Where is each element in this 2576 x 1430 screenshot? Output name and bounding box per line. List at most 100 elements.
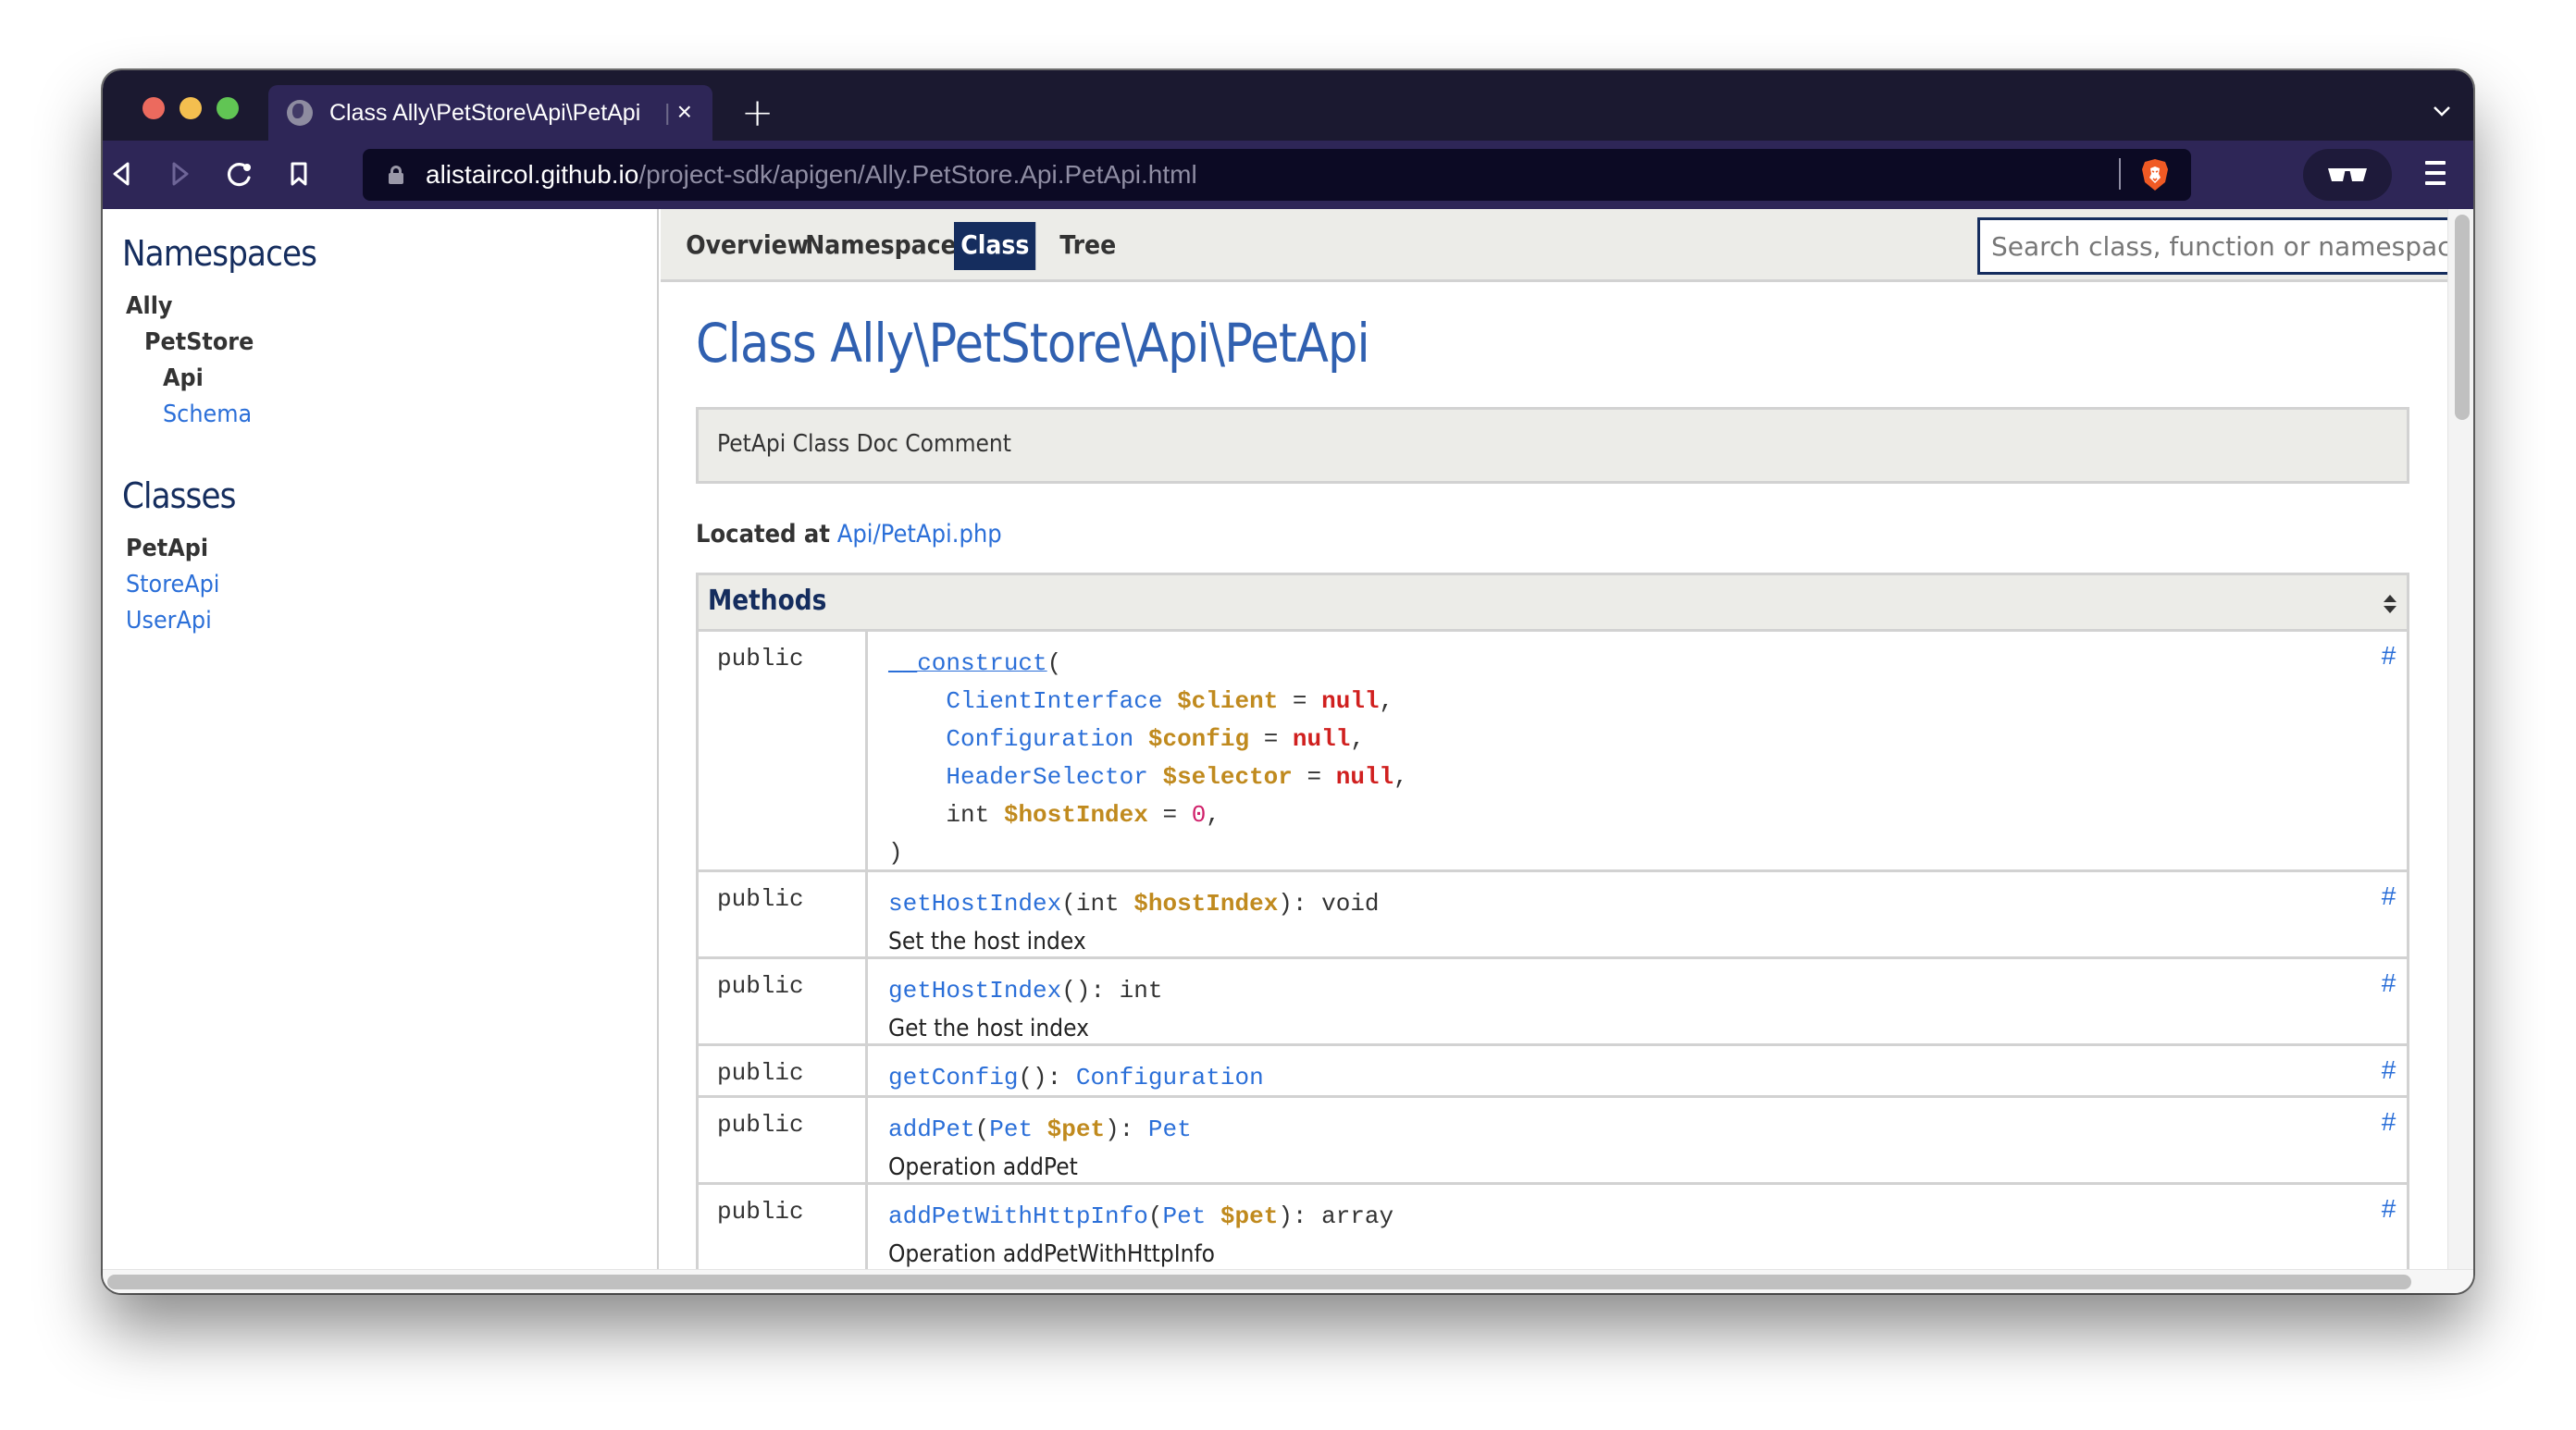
return-type: int [1119, 977, 1163, 1005]
param-var: $pet [1046, 1116, 1106, 1143]
method-signature: addPetWithHttpInfo(Pet $pet): array Oper… [868, 1185, 2407, 1269]
method-modifier: public [699, 872, 868, 956]
method-signature: setHostIndex(int $hostIndex): void Set t… [868, 872, 2407, 956]
signature-close: ) [888, 839, 903, 867]
vertical-scrollbar-thumb[interactable] [2455, 215, 2470, 420]
classes-heading: Classes [122, 475, 236, 516]
param-var: $config [1147, 725, 1250, 753]
method-anchor-link[interactable]: # [2381, 641, 2396, 671]
method-name-link[interactable]: addPet [888, 1116, 975, 1143]
close-window-button[interactable] [142, 97, 165, 119]
param-default: null [1292, 725, 1351, 753]
param-type: int [1075, 890, 1120, 918]
method-anchor-link[interactable]: # [2381, 1194, 2396, 1224]
method-description: Set the host index [888, 928, 1086, 955]
method-row-addpetwithhttpinfo: public addPetWithHttpInfo(Pet $pet): arr… [699, 1185, 2407, 1269]
param-var: $pet [1220, 1202, 1279, 1230]
tab-list-chevron-icon[interactable] [2433, 91, 2451, 128]
tab-separator: | [664, 99, 671, 126]
search-input[interactable] [1977, 217, 2447, 275]
horizontal-scrollbar-thumb[interactable] [107, 1275, 2411, 1289]
method-name-link[interactable]: getHostIndex [888, 977, 1061, 1005]
source-file-link[interactable]: Api/PetApi.php [837, 520, 1002, 549]
method-description: Operation addPet [888, 1153, 1078, 1181]
lock-icon [389, 166, 403, 184]
menu-icon[interactable] [2425, 161, 2446, 189]
page-title: Class Ally\PetStore\Api\PetApi [696, 312, 1370, 375]
new-tab-button[interactable]: + [741, 85, 774, 141]
methods-heading: Methods [708, 585, 827, 617]
url-host: alistaircol.github.io [426, 160, 639, 189]
horizontal-scrollbar[interactable] [103, 1269, 2473, 1293]
param-type: Configuration [946, 725, 1134, 753]
tab-bar: Class Ally\PetStore\Api\PetApi | × + [103, 70, 2473, 141]
sort-toggle-icon[interactable] [2383, 594, 2397, 614]
vertical-scrollbar[interactable] [2447, 209, 2473, 1269]
namespace-item-api: Api [163, 364, 204, 392]
minimize-window-button[interactable] [180, 97, 202, 119]
param-type: int [946, 801, 990, 829]
class-item-storeapi[interactable]: StoreApi [126, 571, 219, 598]
return-type: array [1321, 1202, 1394, 1230]
return-type-link[interactable]: Pet [1148, 1116, 1192, 1143]
method-anchor-link[interactable]: # [2381, 881, 2396, 911]
return-type-link[interactable]: Configuration [1076, 1064, 1264, 1091]
method-row-addpet: public addPet(Pet $pet): Pet Operation a… [699, 1098, 2407, 1185]
bookmark-icon [291, 162, 307, 186]
class-item-petapi: PetApi [126, 535, 209, 562]
method-name-link[interactable]: setHostIndex [888, 890, 1061, 918]
nav-class[interactable]: Class [954, 222, 1036, 270]
param-type: ClientInterface [946, 687, 1163, 715]
method-anchor-link[interactable]: # [2381, 968, 2396, 998]
class-item-userapi[interactable]: UserApi [126, 607, 212, 635]
brave-shield-icon[interactable] [2141, 158, 2169, 191]
param-var: $selector [1162, 763, 1293, 791]
method-name-link[interactable]: getConfig [888, 1064, 1018, 1091]
nav-tree[interactable]: Tree [1053, 222, 1122, 270]
maximize-window-button[interactable] [217, 97, 239, 119]
method-row-sethostindex: public setHostIndex(int $hostIndex): voi… [699, 872, 2407, 959]
method-anchor-link[interactable]: # [2381, 1055, 2396, 1085]
method-signature: __construct( ClientInterface $client = n… [888, 649, 1408, 867]
param-type-link[interactable]: Pet [1162, 1202, 1206, 1230]
methods-table: Methods public __construct( ClientInterf… [696, 573, 2409, 1269]
method-row-gethostindex: public getHostIndex(): int Get the host … [699, 959, 2407, 1046]
close-tab-icon[interactable]: × [677, 98, 692, 126]
method-name-link[interactable]: addPetWithHttpInfo [888, 1202, 1148, 1230]
main-content: Overview Namespace Class Tree Class Ally… [661, 209, 2447, 1269]
url-path: /project-sdk/apigen/Ally.PetStore.Api.Pe… [638, 160, 1197, 189]
bookmark-button[interactable] [280, 155, 317, 192]
forward-button[interactable] [162, 155, 199, 192]
sidebar: Namespaces Ally PetStore Api Schema Clas… [103, 209, 659, 1269]
top-navigation: Overview Namespace Class Tree [661, 209, 2447, 282]
param-var: $hostIndex [1003, 801, 1148, 829]
reload-button[interactable] [221, 155, 258, 192]
method-description: Operation addPetWithHttpInfo [888, 1240, 1216, 1268]
private-window-button[interactable] [2303, 149, 2392, 201]
method-signature: addPet(Pet $pet): Pet Operation addPet [868, 1098, 2407, 1182]
globe-icon [287, 100, 313, 126]
method-anchor-link[interactable]: # [2381, 1107, 2396, 1137]
method-description: Get the host index [888, 1015, 1089, 1042]
nav-overview[interactable]: Overview [679, 222, 815, 270]
tab-title: Class Ally\PetStore\Api\PetApi [329, 99, 641, 126]
back-button[interactable] [103, 155, 140, 192]
namespace-item-schema[interactable]: Schema [163, 401, 252, 428]
method-row-construct: public __construct( ClientInterface $cli… [699, 632, 2407, 872]
param-type-link[interactable]: Pet [989, 1116, 1033, 1143]
class-doc-comment: PetApi Class Doc Comment [696, 407, 2409, 484]
method-row-getconfig: public getConfig(): Configuration # [699, 1046, 2407, 1098]
nav-namespace[interactable]: Namespace [799, 222, 963, 270]
browser-toolbar: alistaircol.github.io/project-sdk/apigen… [103, 141, 2473, 209]
private-glasses-icon [2328, 168, 2367, 181]
namespaces-heading: Namespaces [122, 233, 317, 274]
browser-tab-active[interactable]: Class Ally\PetStore\Api\PetApi | × [268, 85, 712, 141]
param-default: 0 [1191, 801, 1207, 829]
namespace-item-ally: Ally [126, 292, 173, 320]
param-default: null [1321, 687, 1380, 715]
address-bar[interactable]: alistaircol.github.io/project-sdk/apigen… [363, 149, 2191, 201]
method-modifier: public [699, 1098, 868, 1182]
param-default: null [1335, 763, 1394, 791]
method-signature: getHostIndex(): int Get the host index [868, 959, 2407, 1043]
method-name-link[interactable]: __construct [888, 649, 1047, 677]
